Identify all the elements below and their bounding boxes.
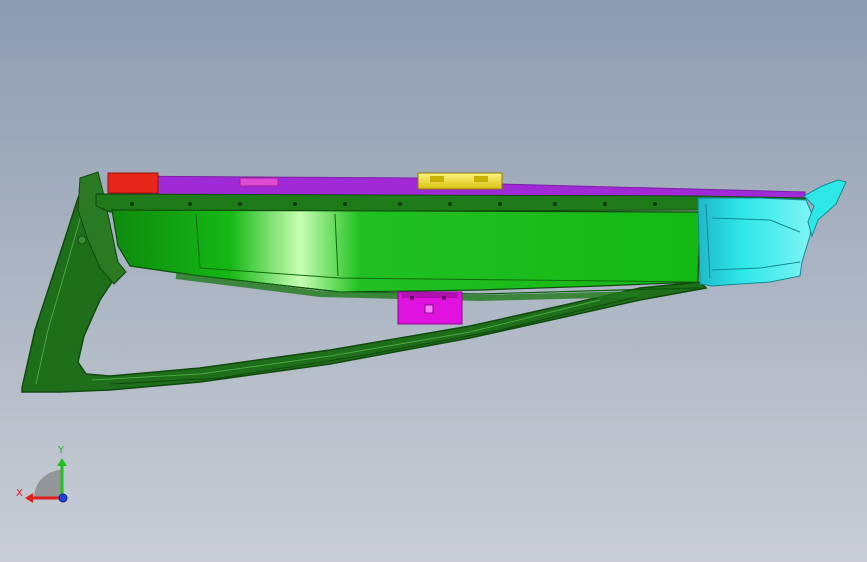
model-canvas[interactable]: X Y <box>0 0 867 562</box>
red-block[interactable] <box>107 172 159 194</box>
magenta-bracket[interactable] <box>397 291 463 325</box>
yellow-clip[interactable] <box>417 172 503 190</box>
triad-z-origin <box>58 493 68 503</box>
pink-tab[interactable] <box>239 177 279 187</box>
triad-y-label: Y <box>57 445 65 456</box>
cad-viewport[interactable]: X Y <box>0 0 867 562</box>
triad-x-label: X <box>16 488 23 499</box>
